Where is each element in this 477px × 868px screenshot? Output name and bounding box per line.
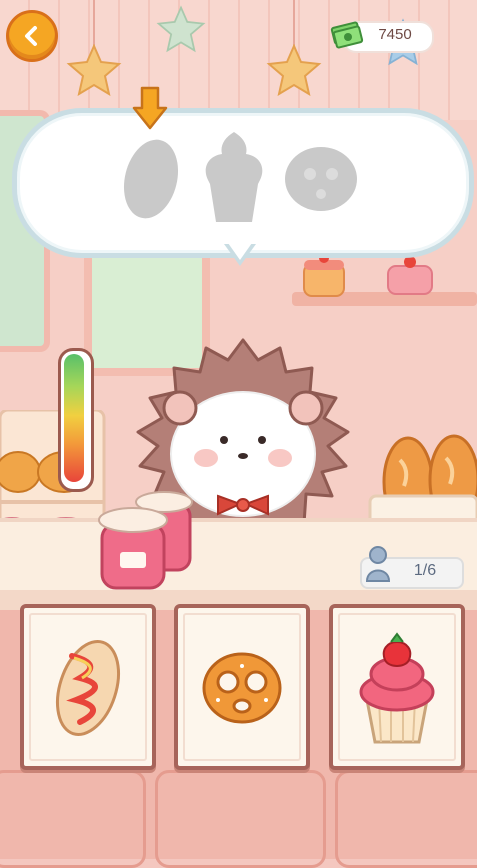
star-lamp-icon xyxy=(266,44,322,96)
star-lamp-icon xyxy=(66,44,122,96)
cash-icon xyxy=(330,21,364,49)
lamp-cord xyxy=(93,0,95,48)
patience-meter-fill xyxy=(64,354,84,482)
bread-card[interactable] xyxy=(20,604,156,770)
floor-panel xyxy=(155,770,326,868)
floor-panel xyxy=(0,770,146,868)
pretzel-icon xyxy=(202,652,282,724)
strawberry-glazed-bread-icon xyxy=(56,640,120,736)
jam-jars xyxy=(98,491,193,590)
star-lamp-icon xyxy=(156,5,206,53)
customer-icon xyxy=(365,546,391,582)
arrow-down-icon xyxy=(132,86,168,130)
bubble-tail-inner xyxy=(228,243,252,260)
floor-panel xyxy=(335,770,477,868)
order-item-cupcake-silhouette xyxy=(205,132,263,222)
cupcake-card[interactable] xyxy=(329,604,465,770)
pretzel-card[interactable] xyxy=(174,604,310,770)
order-item-bread-silhouette xyxy=(123,139,179,219)
strawberry-cupcake-icon xyxy=(359,632,435,744)
lamp-cord xyxy=(293,0,295,48)
back-button[interactable] xyxy=(6,10,58,62)
order-item-pretzel-silhouette xyxy=(285,147,357,211)
customer-count-value: 1/6 xyxy=(413,562,437,579)
chevron-left-icon xyxy=(25,26,37,46)
